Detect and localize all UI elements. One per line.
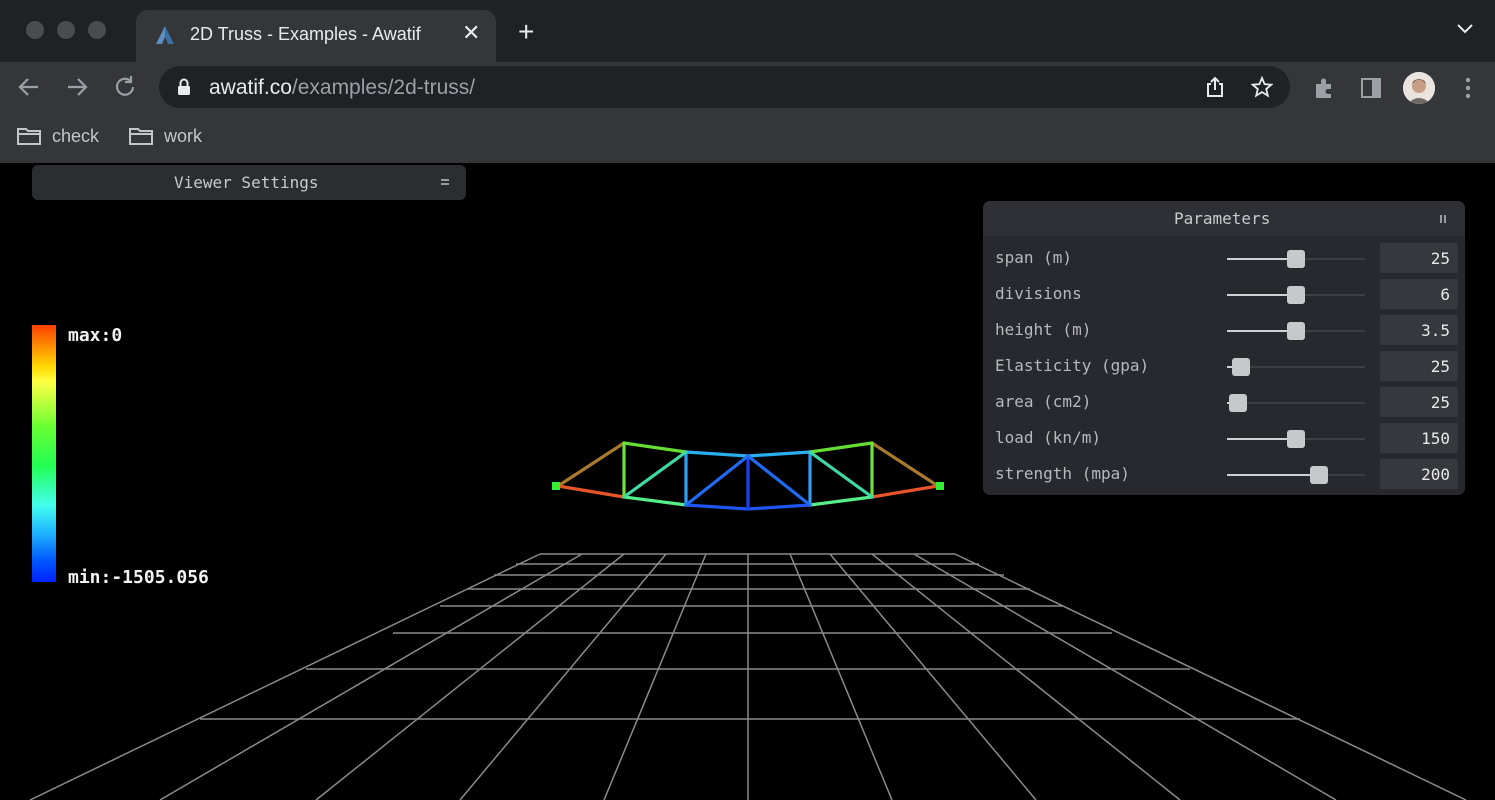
share-icon[interactable] [1205,76,1225,98]
awatif-logo-icon [156,26,174,44]
reload-icon[interactable] [112,74,138,100]
parameter-value: 25 [1430,249,1450,268]
slider-handle[interactable] [1287,250,1305,268]
parameter-label: span (m) [995,248,1073,267]
support-node-right [936,482,944,490]
parameter-label: strength (mpa) [995,464,1130,483]
parameters-panel: Parameters span (m) 25 divisions 6 height (m… [983,201,1465,495]
parameter-value-input[interactable]: 200 [1380,459,1458,489]
ground-grid [29,553,1467,800]
tab-strip: 2D Truss - Examples - Awatif ✕ + [0,0,1495,62]
folder-icon [129,128,153,145]
window-zoom-dot[interactable] [88,21,106,39]
collapse-toggle-icon[interactable] [440,178,450,186]
tab-title: 2D Truss - Examples - Awatif [190,24,421,44]
url-host: awatif.co [209,76,292,99]
parameter-label: height (m) [995,320,1092,339]
url-path: /examples/2d-truss/ [291,76,476,99]
address-bar[interactable]: awatif.co/examples/2d-truss/ [159,66,1290,108]
parameter-slider[interactable] [1227,286,1365,304]
parameter-value-input[interactable]: 3.5 [1380,315,1458,345]
parameter-label: Elasticity (gpa) [995,356,1150,375]
tab-close-icon[interactable]: ✕ [462,22,480,44]
browser-menu-icon[interactable] [1464,77,1472,99]
parameters-header[interactable]: Parameters [983,201,1465,236]
parameter-value-input[interactable]: 25 [1380,387,1458,417]
parameter-row: area (cm2) 25 [983,383,1465,419]
parameter-slider[interactable] [1227,358,1365,376]
slider-fill [1227,474,1320,476]
legend-min-label: min:-1505.056 [68,567,209,588]
browser-chrome: 2D Truss - Examples - Awatif ✕ + awatif.… [0,0,1495,163]
extensions-icon[interactable] [1312,76,1336,100]
slider-handle[interactable] [1310,466,1329,484]
parameter-slider[interactable] [1227,394,1365,412]
parameter-slider[interactable] [1227,430,1365,448]
window-close-dot[interactable] [26,21,44,39]
parameter-slider[interactable] [1227,466,1365,484]
parameter-row: Elasticity (gpa) 25 [983,347,1465,383]
slider-fill [1227,294,1296,296]
forward-arrow-icon[interactable] [64,74,90,100]
bookmark-work[interactable]: work [128,122,202,150]
parameter-row: strength (mpa) 200 [983,455,1465,491]
parameter-value: 6 [1440,285,1450,304]
slider-handle[interactable] [1287,322,1305,340]
viewer-settings-panel[interactable]: Viewer Settings [32,165,466,200]
collapse-toggle-icon[interactable] [1439,214,1447,224]
support-node-left [552,482,560,490]
slider-handle[interactable] [1287,430,1305,448]
slider-fill [1227,330,1296,332]
parameter-value: 3.5 [1421,321,1450,340]
parameter-value-input[interactable]: 25 [1380,243,1458,273]
parameters-title: Parameters [1174,209,1271,228]
parameter-row: span (m) 25 [983,239,1465,275]
side-panel-icon[interactable] [1360,77,1382,99]
parameter-value: 25 [1430,357,1450,376]
parameter-value: 150 [1421,429,1450,448]
parameter-row: load (kn/m) 150 [983,419,1465,455]
browser-tab[interactable]: 2D Truss - Examples - Awatif ✕ [136,10,496,62]
parameter-value-input[interactable]: 150 [1380,423,1458,453]
color-scale-bar [32,325,56,582]
parameter-slider[interactable] [1227,250,1365,268]
parameter-value: 200 [1421,465,1450,484]
url-text[interactable]: awatif.co/examples/2d-truss/ [209,76,475,100]
chevron-down-icon[interactable] [1456,22,1474,36]
legend-max-label: max:0 [68,325,123,346]
parameter-label: area (cm2) [995,392,1092,411]
profile-avatar[interactable] [1403,72,1435,104]
parameter-label: divisions [995,284,1082,303]
slider-handle[interactable] [1229,394,1248,412]
lock-icon[interactable] [177,78,191,96]
parameter-value: 25 [1430,393,1450,412]
bookmark-check[interactable]: check [16,122,99,150]
parameter-row: divisions 6 [983,275,1465,311]
slider-handle[interactable] [1287,286,1305,304]
slider-fill [1227,438,1296,440]
parameter-slider[interactable] [1227,322,1365,340]
new-tab-icon[interactable]: + [518,18,534,46]
slider-handle[interactable] [1231,358,1250,376]
bookmark-label: check [52,125,100,146]
viewer-settings-title: Viewer Settings [174,173,319,192]
truss-model [556,441,940,511]
folder-icon [17,128,41,145]
parameter-row: height (m) 3.5 [983,311,1465,347]
bookmark-label: work [164,125,203,146]
parameter-value-input[interactable]: 6 [1380,279,1458,309]
parameter-value-input[interactable]: 25 [1380,351,1458,381]
bookmark-star-icon[interactable] [1251,76,1273,98]
window-minimize-dot[interactable] [57,21,75,39]
back-arrow-icon[interactable] [16,74,42,100]
parameter-label: load (kn/m) [995,428,1101,447]
slider-fill [1227,258,1296,260]
